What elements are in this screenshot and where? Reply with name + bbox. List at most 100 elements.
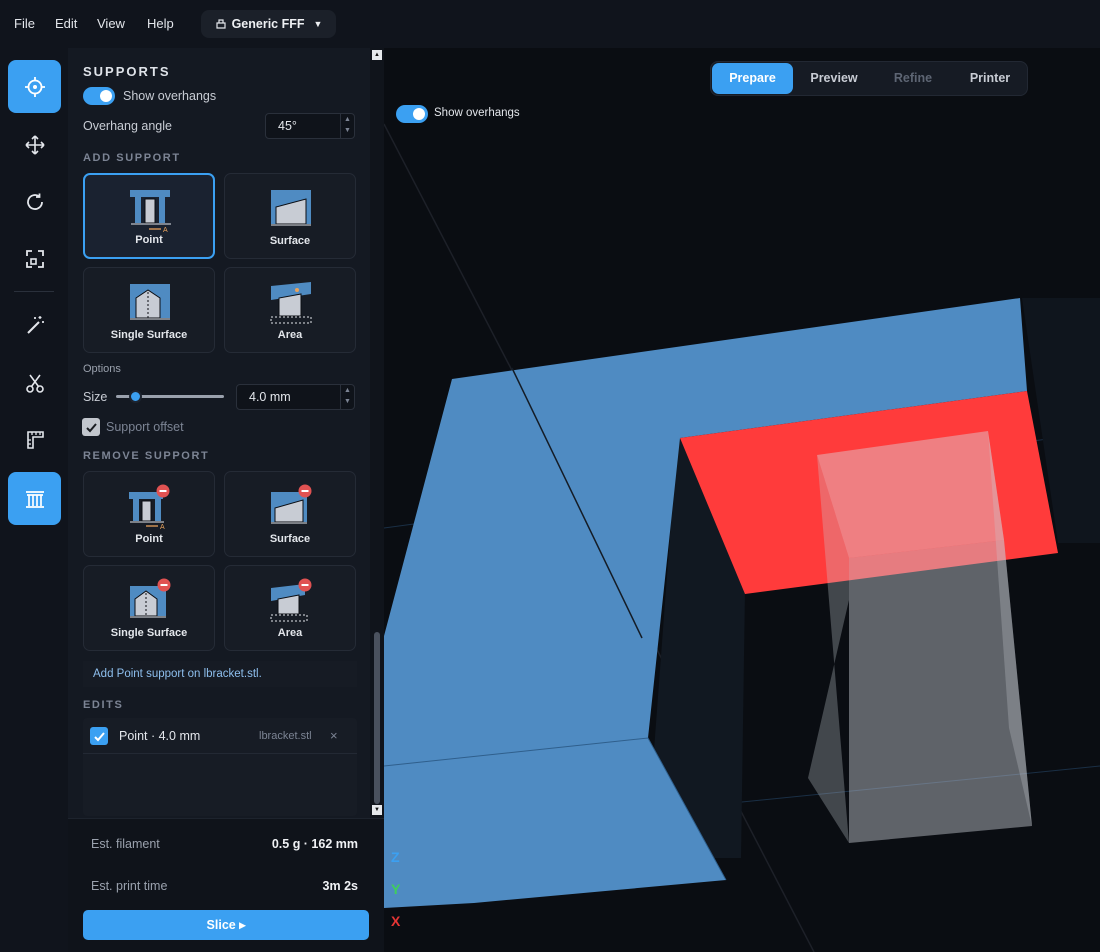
rotate-icon [26,193,43,210]
size-label: Size [83,390,108,404]
add-point-label: Point [135,234,163,246]
tool-cut[interactable] [8,356,61,409]
size-slider-handle[interactable] [128,390,142,403]
scroll-up-icon[interactable]: ▲ [372,50,382,60]
status-message: Add Point support on lbracket.stl. [83,661,357,687]
axis-z-label: Z [391,849,400,865]
tool-magic-wand[interactable] [8,298,61,351]
tab-refine[interactable]: Refine [875,62,951,95]
supports-panel: SUPPORTS Show overhangs Overhang angle 4… [68,48,384,952]
panel-scrollbar[interactable]: ▲ ▼ [370,48,384,818]
scissors-icon [25,374,44,393]
surface-support-icon [271,190,311,226]
edit-name: Point · 4.0 mm [119,729,201,743]
point-support-icon: A [130,190,171,233]
remove-area-support-icon [270,578,312,622]
panel-title: SUPPORTS [83,64,171,79]
checkmark-icon [85,422,97,432]
print-time-label: Est. print time [91,879,168,893]
checkmark-icon [93,731,105,741]
support-structure-icon [25,490,44,508]
viewport-overhangs-toggle[interactable] [396,105,428,123]
move-icon [24,134,45,155]
print-time-value: 3m 2s [322,879,358,893]
add-point-card[interactable]: A Point [83,173,215,259]
support-target-icon [24,76,45,97]
edit-row[interactable]: Point · 4.0 mm lbracket.stl × [83,718,357,754]
size-input[interactable]: 4.0 mm ▲ ▼ [236,384,355,410]
edit-enabled-checkbox[interactable] [90,727,108,745]
remove-single-surface-label: Single Surface [110,627,188,639]
edits-list: Point · 4.0 mm lbracket.stl × [83,718,357,816]
menu-edit[interactable]: Edit [55,16,77,31]
edit-file: lbracket.stl [259,730,312,742]
overhang-angle-value: 45° [278,119,297,133]
close-icon[interactable]: × [330,728,338,743]
remove-point-card[interactable]: A Point [83,471,215,557]
mode-tabs: Prepare Preview Refine Printer [710,61,1028,96]
size-value: 4.0 mm [249,390,291,404]
slice-button[interactable]: Slice ▸ [83,910,369,940]
remove-point-support-icon: A [129,484,170,530]
scale-icon [25,249,44,268]
remove-area-card[interactable]: Area [224,565,356,651]
support-offset-label: Support offset [106,420,184,434]
tab-prepare[interactable]: Prepare [712,63,793,94]
tool-measure[interactable] [8,413,61,466]
remove-single-surface-support-icon [130,578,171,618]
scroll-down-icon[interactable]: ▼ [372,805,382,815]
overhang-angle-label: Overhang angle [83,119,172,133]
chevron-down-icon: ▼ [313,19,323,29]
remove-support-title: REMOVE SUPPORT [83,450,210,462]
tab-printer[interactable]: Printer [953,62,1027,95]
remove-single-surface-card[interactable]: Single Surface [83,565,215,651]
tool-scale[interactable] [8,232,61,285]
scrollbar-thumb[interactable] [374,632,380,804]
remove-surface-label: Surface [269,533,311,545]
add-support-title: ADD SUPPORT [83,152,181,164]
spin-arrows-icon[interactable]: ▲ ▼ [340,114,354,138]
viewport-overhangs-label: Show overhangs [434,107,520,119]
remove-surface-card[interactable]: Surface [224,471,356,557]
magic-wand-icon [26,315,44,334]
filament-value: 0.5 g · 162 mm [271,837,358,851]
rail-divider [14,291,54,292]
single-surface-support-icon [130,284,170,320]
tool-rotate[interactable] [8,175,61,228]
add-single-surface-card[interactable]: Single Surface [83,267,215,353]
support-offset-checkbox[interactable] [82,418,100,436]
tab-preview[interactable]: Preview [795,62,873,95]
model-scene[interactable] [384,48,1100,952]
axis-x-label: X [391,913,401,929]
remove-surface-support-icon [271,484,312,524]
tool-rail [0,48,68,952]
ruler-icon [26,430,44,449]
estimates-footer: Est. filament 0.5 g · 162 mm Est. print … [68,818,384,952]
remove-area-label: Area [277,627,303,639]
printer-select-label: Generic FFF [231,17,305,31]
add-single-surface-label: Single Surface [110,329,188,341]
filament-label: Est. filament [91,837,160,851]
remove-point-label: Point [135,533,163,545]
tool-supports[interactable] [8,472,61,525]
spin-arrows-icon[interactable]: ▲ ▼ [340,385,354,409]
add-area-card[interactable]: Area [224,267,356,353]
overhang-angle-input[interactable]: 45° ▲ ▼ [265,113,355,139]
tool-support-target[interactable] [8,60,61,113]
menu-view[interactable]: View [97,16,125,31]
3d-viewport[interactable]: Prepare Preview Refine Printer Show over… [384,48,1100,952]
svg-text:A: A [163,227,168,233]
menu-bar: File Edit View Help Generic FFF ▼ [0,0,1100,48]
add-area-label: Area [277,329,303,341]
edits-title: EDITS [83,699,124,711]
printer-icon [215,19,226,29]
menu-help[interactable]: Help [147,16,174,31]
add-surface-label: Surface [269,235,311,247]
menu-file[interactable]: File [14,16,35,31]
printer-select[interactable]: Generic FFF ▼ [201,10,336,38]
options-label: Options [83,363,121,375]
svg-text:A: A [160,524,165,530]
tool-move[interactable] [8,118,61,171]
add-surface-card[interactable]: Surface [224,173,356,259]
show-overhangs-toggle[interactable] [83,87,115,105]
